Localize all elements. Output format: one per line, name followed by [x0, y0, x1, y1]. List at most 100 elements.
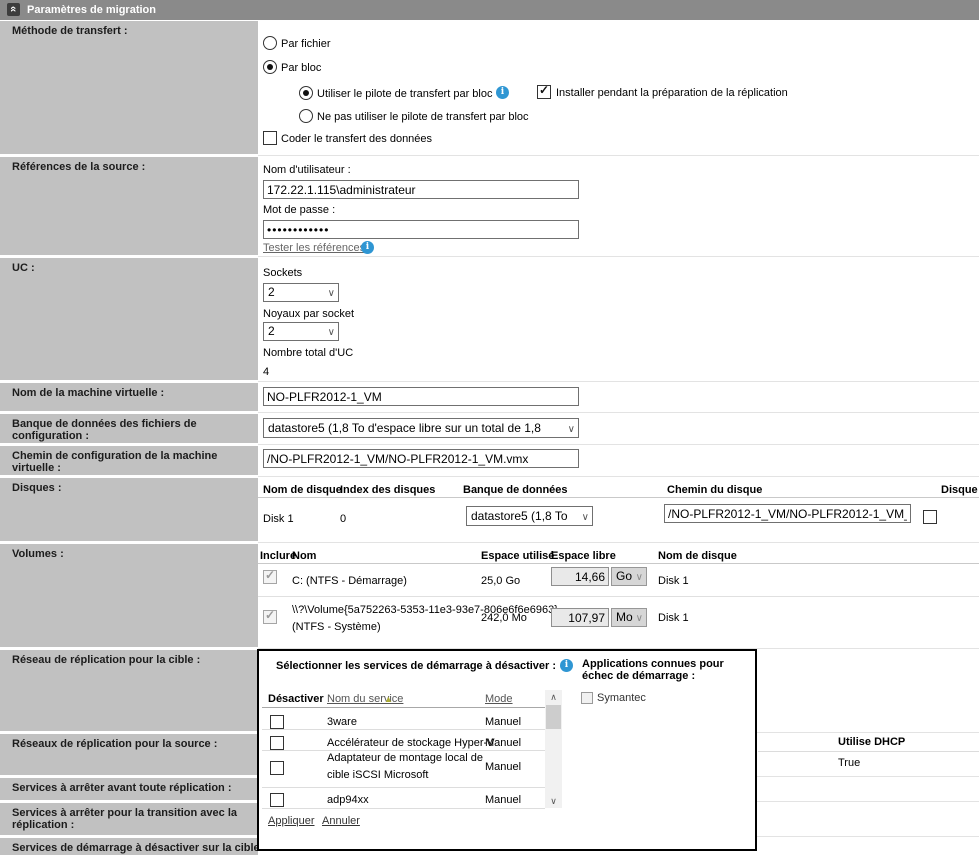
volumes-header-used: Espace utilisé [481, 550, 554, 562]
volumes-header-name: Nom [292, 550, 316, 562]
sidebar-label: Banque de données des fichiers de config… [12, 418, 240, 442]
disks-header-name: Nom de disque [263, 484, 342, 496]
info-icon[interactable]: i [560, 659, 573, 672]
services-scrollbar[interactable]: ∧ ∨ [545, 690, 562, 808]
disk-path-input[interactable] [664, 504, 911, 523]
disks-header-path: Chemin du disque [667, 484, 762, 496]
info-icon[interactable]: i [361, 241, 374, 254]
volume-row-divider [258, 596, 979, 597]
volume-free-unit-select: Mo∨ [611, 608, 647, 627]
volume-free-input[interactable] [551, 567, 609, 586]
volume-name: C: (NTFS - Démarrage) [292, 575, 407, 587]
scrollbar-thumb[interactable] [546, 705, 561, 729]
cores-value: 2 [268, 324, 275, 338]
collapse-icon[interactable]: « [7, 3, 20, 16]
disks-header-underline [258, 497, 979, 498]
sidebar-services-stop-cutover: Services à arrêter pour la transition av… [0, 803, 258, 835]
volume-name-line2: (NTFS - Système) [292, 621, 381, 633]
service-mode: Manuel [485, 716, 521, 728]
cancel-link[interactable]: Annuler [322, 815, 360, 827]
sidebar-label: Réseaux de réplication pour la source : [12, 738, 254, 750]
sidebar-source-networks: Réseaux de réplication pour la source : [0, 734, 258, 775]
password-input[interactable] [263, 220, 579, 239]
volumes-header-disk: Nom de disque [658, 550, 737, 562]
radio-use-block-driver-label: Utiliser le pilote de transfert par bloc [317, 88, 492, 100]
radio-no-block-driver[interactable] [299, 109, 313, 123]
disks-header-index: Index des disques [340, 484, 435, 496]
service-name: 3ware [327, 716, 357, 728]
radio-par-bloc-label: Par bloc [281, 62, 321, 74]
username-input[interactable] [263, 180, 579, 199]
startup-services-popup: Sélectionner les services de démarrage à… [257, 649, 757, 851]
volumes-header-free: Espace libre [551, 550, 616, 562]
scroll-up-icon[interactable]: ∧ [545, 690, 562, 704]
scroll-down-icon[interactable]: ∨ [545, 794, 562, 808]
popup-row-divider [262, 787, 545, 788]
volume-free-input[interactable] [551, 608, 609, 627]
disk-datastore-select[interactable]: datastore5 (1,8 To∨ [466, 506, 593, 526]
chevron-down-icon: ∨ [636, 569, 643, 586]
sidebar-label: Services à arrêter pour la transition av… [12, 807, 252, 831]
sidebar-services-disable-target: Services de démarrage à désactiver sur l… [0, 838, 258, 855]
volume-used: 242,0 Mo [481, 612, 527, 624]
info-icon[interactable]: i [496, 86, 509, 99]
apply-link[interactable]: Appliquer [268, 815, 314, 827]
divider [258, 444, 979, 445]
sidebar-label: Références de la source : [12, 161, 254, 173]
password-label: Mot de passe : [263, 204, 335, 216]
service-name: Accélérateur de stockage Hyper-V [327, 737, 495, 749]
service-name-line2: cible iSCSI Microsoft [327, 769, 428, 781]
config-path-input[interactable] [263, 449, 579, 468]
total-cpu-value: 4 [263, 366, 269, 378]
radio-par-fichier[interactable] [263, 36, 277, 50]
sidebar-vm-name: Nom de la machine virtuelle : [0, 383, 258, 411]
divider [258, 476, 979, 477]
vm-name-input[interactable] [263, 387, 579, 406]
chevron-down-icon: ∨ [328, 324, 335, 341]
checkbox-thin-disk[interactable] [923, 510, 937, 524]
sidebar-volumes: Volumes : [0, 544, 258, 647]
check-icon: ✓ [539, 83, 549, 97]
volume-free-unit-select: Go∨ [611, 567, 647, 586]
volumes-header-include: Inclure [260, 550, 296, 562]
checkbox-disable-service[interactable] [270, 715, 284, 729]
sidebar-label: UC : [12, 262, 254, 274]
divider [258, 381, 979, 382]
disk-datastore-value: datastore5 (1,8 To [471, 509, 568, 523]
checkbox-disable-service[interactable] [270, 793, 284, 807]
app-symantec-label: Symantec [597, 692, 646, 704]
sort-asc-icon: ▲ [384, 694, 393, 704]
radio-par-bloc[interactable] [263, 60, 277, 74]
page-title: Paramètres de migration [27, 4, 156, 16]
checkbox-disable-service[interactable] [270, 761, 284, 775]
sidebar-label: Services à arrêter avant toute réplicati… [12, 782, 254, 794]
sidebar-label: Disques : [12, 482, 254, 494]
sidebar-transfer: Méthode de transfert : [0, 21, 258, 154]
divider [258, 412, 979, 413]
sockets-value: 2 [268, 285, 275, 299]
sidebar-config-path: Chemin de configuration de la machine vi… [0, 446, 258, 475]
checkbox-install-during-prep[interactable]: ✓ [537, 85, 551, 99]
check-icon: ✓ [265, 568, 275, 582]
sidebar-services-stop-before: Services à arrêter avant toute réplicati… [0, 778, 258, 800]
chevron-down-icon: ∨ [568, 421, 575, 438]
sidebar-label: Méthode de transfert : [12, 25, 254, 37]
radio-par-fichier-label: Par fichier [281, 38, 331, 50]
chevron-down-icon: ∨ [636, 610, 643, 627]
sockets-label: Sockets [263, 267, 302, 279]
disk-row-name: Disk 1 [263, 513, 294, 525]
checkbox-disable-service[interactable] [270, 736, 284, 750]
service-name: adp94xx [327, 794, 369, 806]
sockets-select[interactable]: 2∨ [263, 283, 339, 302]
known-apps-header: Applications connues pour échec de démar… [582, 658, 750, 682]
test-credentials-link[interactable]: Tester les références [263, 242, 365, 254]
popup-header-underline [262, 707, 545, 708]
cores-select[interactable]: 2∨ [263, 322, 339, 341]
radio-use-block-driver[interactable] [299, 86, 313, 100]
divider [258, 256, 979, 257]
divider [258, 155, 979, 156]
popup-col-mode-sort[interactable]: Mode [485, 693, 513, 705]
migration-settings-panel: « Paramètres de migration Méthode de tra… [0, 0, 979, 855]
config-datastore-select[interactable]: datastore5 (1,8 To d'espace libre sur un… [263, 418, 579, 438]
checkbox-encrypt-transfer[interactable] [263, 131, 277, 145]
